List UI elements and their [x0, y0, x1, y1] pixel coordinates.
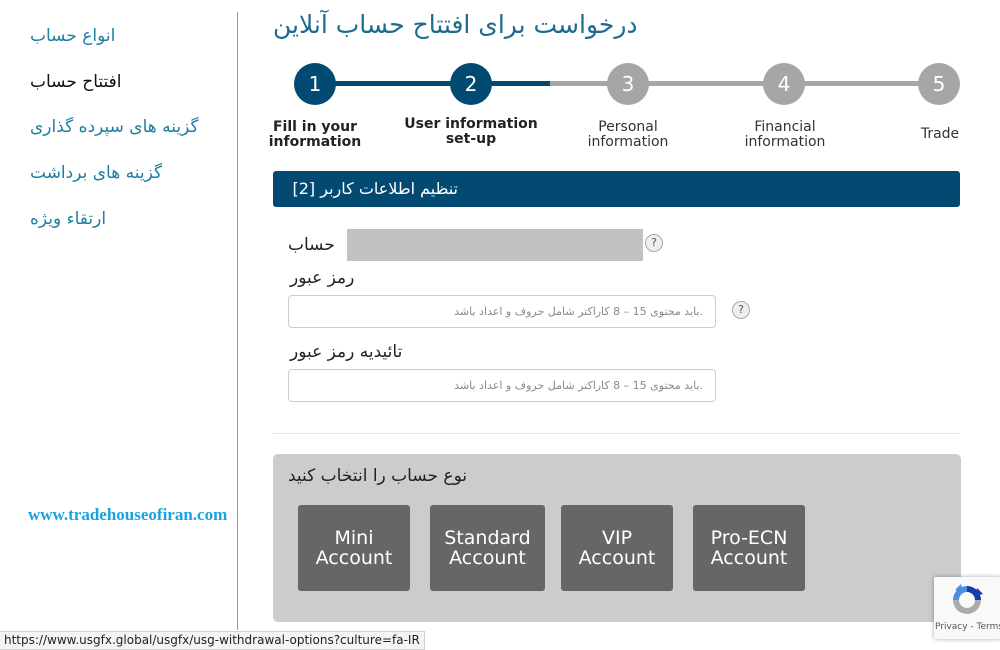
confirm-password-input[interactable] — [288, 369, 716, 402]
step-connector — [315, 81, 550, 86]
account-label: حساب — [288, 235, 335, 255]
step-1-label: Fill in your information — [240, 120, 390, 150]
pro-ecn-account-button[interactable]: Pro-ECN Account — [693, 505, 805, 591]
step-3-label-line2: information — [587, 134, 669, 150]
step-4-label-line1: Financial — [754, 119, 816, 135]
section-divider — [273, 433, 960, 434]
step-5-circle: 5 — [918, 63, 960, 105]
step-3-circle: 3 — [607, 63, 649, 105]
sidebar: انواع حساب افتتاح حساب گزینه های سپرده گ… — [0, 0, 237, 630]
step-4-circle: 4 — [763, 63, 805, 105]
watermark: www.tradehouseofiran.com — [28, 505, 228, 524]
vip-account-button[interactable]: VIP Account — [561, 505, 673, 591]
step-5-label-line1: Trade — [920, 126, 960, 142]
step-2-circle: 2 — [450, 63, 492, 105]
step-2-label-line1: User information — [404, 116, 538, 132]
password-input[interactable] — [288, 295, 716, 328]
step-1-circle: 1 — [294, 63, 336, 105]
sidebar-item-special-upgrade[interactable]: ارتقاء ویژه — [30, 209, 106, 229]
account-number-field — [347, 229, 643, 261]
step-1-label-line1: Fill in your — [272, 119, 358, 135]
step-3-label-line1: Personal — [598, 119, 658, 135]
sidebar-item-deposit-options[interactable]: گزینه های سپرده گذاری — [30, 117, 199, 137]
user-info-header-text: تنظیم اطلاعات کاربر [2] — [292, 179, 458, 198]
sidebar-divider — [237, 12, 238, 630]
progress-stepper: 1 2 3 4 5 Fill in your information User … — [269, 60, 963, 160]
mini-account-line2: Account — [315, 547, 393, 569]
step-4-label: Financial information — [710, 120, 860, 150]
pro-ecn-account-line2: Account — [710, 547, 788, 569]
recaptcha-badge[interactable]: Privacy - Terms — [934, 577, 1000, 639]
confirm-password-label: تائیدیه رمز عبور — [290, 342, 403, 362]
account-type-panel: نوع حساب را انتخاب کنید Mini Account Sta… — [273, 454, 961, 622]
recaptcha-privacy-terms-link[interactable]: Privacy - Terms — [934, 622, 1000, 632]
mini-account-line1: Mini — [334, 527, 374, 549]
pro-ecn-account-line1: Pro-ECN — [710, 527, 788, 549]
vip-account-line2: Account — [578, 547, 656, 569]
step-4-label-line2: information — [744, 134, 826, 150]
step-2-label-line2: set-up — [445, 131, 497, 147]
account-help-icon[interactable]: ? — [645, 234, 663, 252]
user-info-header: تنظیم اطلاعات کاربر [2] — [273, 171, 960, 207]
step-1-label-line2: information — [268, 134, 362, 150]
recaptcha-icon — [953, 584, 983, 614]
password-label: رمز عبور — [290, 268, 355, 288]
status-bar-url: https://www.usgfx.global/usgfx/usg-withd… — [0, 631, 425, 650]
sidebar-item-account-types[interactable]: انواع حساب — [30, 26, 115, 46]
page-title: درخواست برای افتتاح حساب آنلاین — [273, 10, 638, 39]
sidebar-item-open-account[interactable]: افتتاح حساب — [30, 72, 122, 92]
step-5-label: Trade — [865, 127, 1000, 142]
sidebar-item-withdrawal-options[interactable]: گزینه های برداشت — [30, 163, 162, 183]
standard-account-line1: Standard — [444, 527, 531, 549]
password-help-icon[interactable]: ? — [732, 301, 750, 319]
mini-account-button[interactable]: Mini Account — [298, 505, 410, 591]
vip-account-line1: VIP — [601, 527, 633, 549]
standard-account-button[interactable]: Standard Account — [430, 505, 545, 591]
step-3-label: Personal information — [553, 120, 703, 150]
standard-account-line2: Account — [449, 547, 526, 569]
step-2-label: User information set-up — [396, 117, 546, 147]
account-type-title: نوع حساب را انتخاب کنید — [288, 466, 468, 486]
